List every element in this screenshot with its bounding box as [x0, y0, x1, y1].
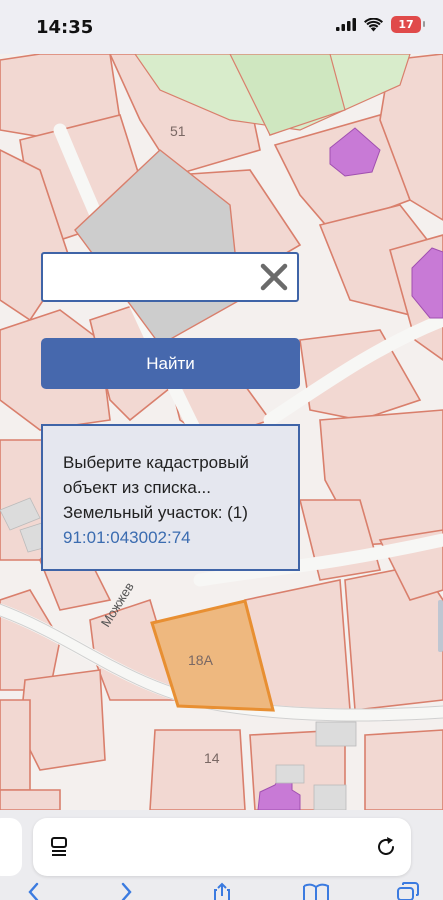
search-box [41, 252, 299, 302]
browser-toolbar [0, 810, 443, 900]
find-button[interactable]: Найти [41, 338, 300, 389]
result-instruction-line1: Выберите кадастровый [63, 453, 249, 472]
close-icon [260, 263, 288, 291]
back-icon[interactable] [26, 882, 40, 900]
clear-search-button[interactable] [259, 262, 289, 292]
status-icons: 17 [336, 16, 425, 33]
battery-level: 17 [398, 18, 414, 31]
status-time: 14:35 [36, 17, 94, 38]
status-bar: 14:35 17 [0, 0, 443, 54]
result-category: Земельный участок: (1) [63, 503, 248, 522]
wifi-icon [364, 17, 383, 31]
battery-icon: 17 [391, 16, 425, 33]
address-bar[interactable] [33, 818, 411, 876]
map-label-parcel-18a: 18А [188, 652, 214, 668]
search-input[interactable] [53, 254, 253, 300]
tab-overview-icon[interactable] [51, 837, 69, 857]
previous-tab-card[interactable] [0, 818, 22, 876]
map-label-parcel-14: 14 [204, 750, 220, 766]
result-instruction-line2: объект из списка... [63, 478, 211, 497]
search-result-panel: Выберите кадастровый объект из списка...… [41, 424, 300, 571]
tabs-icon[interactable] [396, 882, 420, 900]
forward-icon[interactable] [120, 882, 134, 900]
cellular-signal-icon [336, 18, 356, 31]
share-icon[interactable] [211, 882, 233, 900]
reload-icon[interactable] [375, 836, 397, 858]
map-label-parcel-51: 51 [170, 123, 186, 139]
bookmarks-icon[interactable] [302, 882, 330, 900]
bottom-nav [0, 882, 443, 900]
cadastral-number-link[interactable]: 91:01:043002:74 [63, 525, 280, 550]
